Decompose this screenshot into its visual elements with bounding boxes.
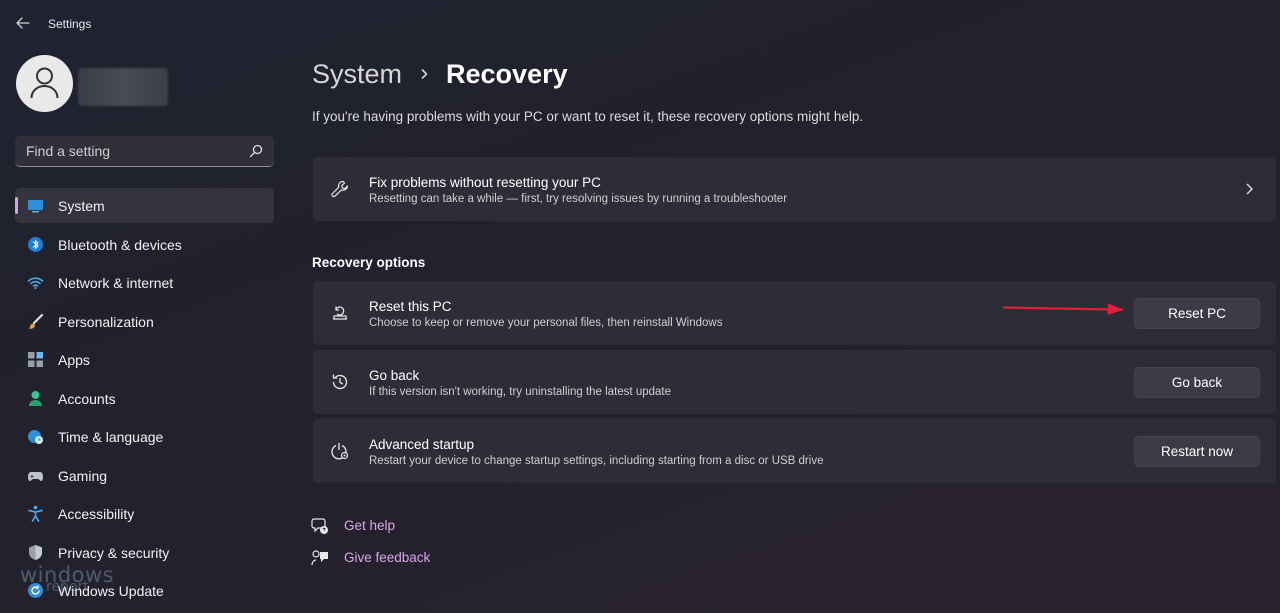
go-back-description: If this version isn't working, try unins…	[369, 386, 671, 398]
gamepad-icon	[28, 471, 43, 481]
wrench-icon	[331, 180, 349, 198]
watermark-logo-sub: report	[46, 579, 89, 595]
sidebar-item-system[interactable]: System	[15, 188, 274, 223]
restart-now-button[interactable]: Restart now	[1134, 436, 1260, 467]
sidebar-nav: System Bluetooth & devices Network & int…	[15, 188, 274, 612]
advanced-startup-title: Advanced startup	[369, 437, 475, 452]
sidebar-item-label: Personalization	[58, 313, 154, 330]
reset-pc-card: Reset this PC Choose to keep or remove y…	[313, 281, 1276, 345]
breadcrumb-parent[interactable]: System	[312, 59, 402, 90]
sidebar-item-bluetooth[interactable]: Bluetooth & devices	[15, 227, 274, 262]
history-icon	[332, 374, 348, 390]
search-icon[interactable]	[249, 144, 263, 158]
search-box[interactable]	[15, 136, 274, 167]
sidebar-item-network[interactable]: Network & internet	[15, 265, 274, 300]
get-help-label[interactable]: Get help	[344, 518, 395, 533]
advanced-startup-icon	[331, 443, 349, 460]
apps-icon	[28, 352, 43, 367]
wifi-icon	[27, 277, 44, 290]
give-feedback-link[interactable]: Give feedback	[311, 547, 451, 569]
sidebar-item-gaming[interactable]: Gaming	[15, 458, 274, 493]
sidebar-item-personalization[interactable]: Personalization	[15, 304, 274, 339]
give-feedback-label[interactable]: Give feedback	[344, 550, 430, 565]
reset-pc-title: Reset this PC	[369, 299, 452, 314]
reset-pc-icon	[333, 306, 347, 320]
get-help-link[interactable]: Get help	[311, 515, 431, 537]
sidebar-item-time-language[interactable]: Time & language	[15, 419, 274, 454]
go-back-card: Go back If this version isn't working, t…	[313, 350, 1276, 414]
app-title: Settings	[48, 17, 92, 31]
sidebar-item-label: Accessibility	[58, 506, 135, 522]
chevron-right-icon	[1246, 183, 1253, 195]
chevron-right-icon	[421, 68, 428, 80]
sidebar-item-accessibility[interactable]: Accessibility	[15, 496, 274, 531]
sidebar-item-apps[interactable]: Apps	[15, 342, 274, 377]
globe-clock-icon	[28, 430, 43, 444]
system-icon	[28, 200, 43, 213]
page-subtitle: If you're having problems with your PC o…	[312, 109, 864, 124]
reset-pc-description: Choose to keep or remove your personal f…	[369, 317, 723, 329]
fix-problems-card[interactable]: Fix problems without resetting your PC R…	[313, 157, 1276, 221]
back-arrow-icon[interactable]	[14, 14, 32, 32]
username-redacted	[78, 68, 168, 106]
breadcrumb: System Recovery	[312, 57, 568, 91]
accounts-icon	[29, 390, 42, 406]
feedback-icon	[311, 550, 328, 566]
avatar[interactable]	[16, 55, 73, 112]
go-back-title: Go back	[369, 368, 420, 383]
advanced-startup-description: Restart your device to change startup se…	[369, 455, 824, 467]
fix-problems-description: Resetting can take a while — first, try …	[369, 193, 788, 205]
sidebar-item-label: Gaming	[58, 467, 108, 484]
advanced-startup-card: Advanced startup Restart your device to …	[313, 419, 1276, 483]
sidebar-item-label: Apps	[58, 352, 90, 368]
sidebar-item-label: Accounts	[58, 390, 116, 407]
sidebar-item-label: Time & language	[58, 429, 164, 445]
user-icon	[30, 67, 59, 99]
help-chat-icon	[311, 518, 328, 534]
sidebar-item-label: Privacy & security	[58, 544, 170, 561]
reset-pc-button[interactable]: Reset PC	[1134, 298, 1260, 329]
sidebar-item-label: Network & internet	[58, 275, 174, 291]
bluetooth-icon	[28, 236, 43, 252]
fix-problems-title: Fix problems without resetting your PC	[369, 175, 601, 190]
search-input[interactable]	[15, 136, 240, 166]
sidebar-item-label: Bluetooth & devices	[58, 236, 182, 253]
go-back-button[interactable]: Go back	[1134, 367, 1260, 398]
accessibility-icon	[28, 505, 43, 522]
annotation-arrow-icon	[1002, 303, 1124, 315]
page-title: Recovery	[446, 58, 568, 89]
title-bar: Settings	[0, 0, 1280, 46]
sidebar-item-accounts[interactable]: Accounts	[15, 381, 274, 416]
sidebar-item-label: System	[58, 198, 105, 214]
shield-icon	[29, 544, 42, 560]
section-title: Recovery options	[312, 255, 426, 270]
brush-icon	[28, 313, 44, 329]
